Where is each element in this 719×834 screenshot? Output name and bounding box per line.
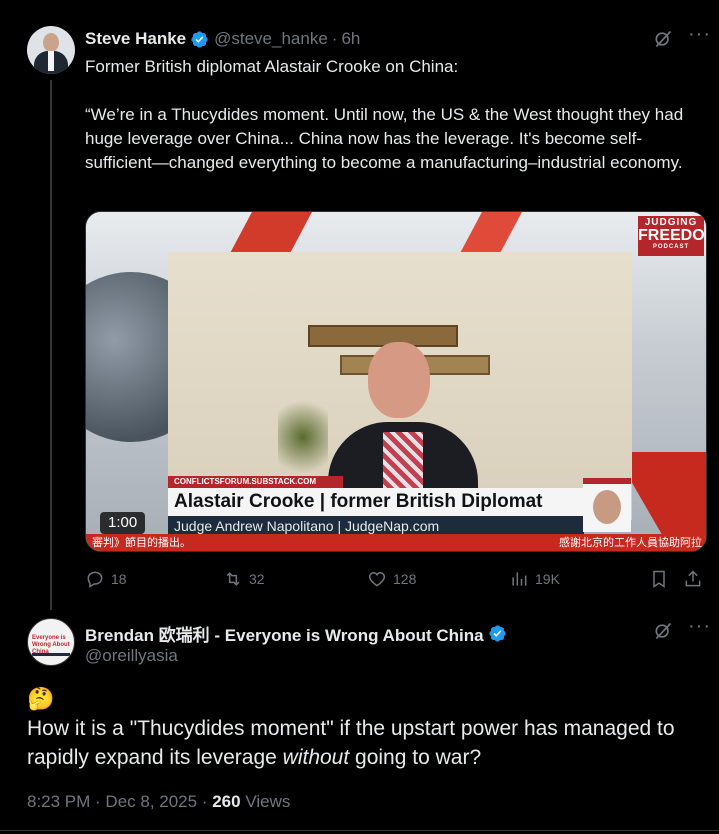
views-count: 260 [212, 792, 241, 811]
tweet1-quote: “We’re in a Thucydides moment. Until now… [85, 105, 688, 172]
share-button[interactable] [683, 569, 709, 589]
show-logo: JUDGING FREEDOM PODCAST [638, 216, 706, 256]
tweet1-text: Former British diplomat Alastair Crooke … [85, 55, 705, 175]
repost-button[interactable]: 32 [223, 569, 265, 589]
tweet2-meta: 8:23 PM · Dec 8, 2025 · 260 Views [27, 792, 291, 811]
views-button[interactable]: 19K [509, 569, 560, 589]
grok-icon[interactable] [652, 28, 674, 50]
wall-plaque [308, 325, 458, 347]
grok-icon[interactable] [652, 620, 674, 642]
reply-button[interactable]: 18 [85, 569, 127, 589]
more-icon[interactable]: ··· [688, 24, 711, 49]
tweet1-intro: Former British diplomat Alastair Crooke … [85, 57, 459, 76]
views-label: Views [245, 792, 291, 811]
share-icon [685, 570, 701, 587]
tweet2-text: How it is a "Thucydides moment" if the u… [27, 717, 675, 769]
bookmark-icon [653, 570, 665, 588]
host-caption: Judge Andrew Napolitano | JudgeNap.com [168, 516, 584, 536]
views-icon [512, 572, 527, 586]
plant [278, 392, 328, 482]
lower-third: CONFLICTSFORUM.SUBSTACK.COM Alastair Cro… [168, 476, 584, 536]
tweet2-top-actions: ··· [652, 616, 711, 642]
author-handle[interactable]: @oreillyasia [85, 646, 178, 666]
news-ticker: 審判》節目的播出。 感謝北京的工作人員協助阿拉 [86, 534, 706, 551]
bookmark-button[interactable] [649, 569, 675, 589]
thinking-face-emoji: 🤔 [27, 686, 55, 711]
divider [0, 830, 719, 831]
thread-connector-line [50, 80, 52, 610]
verified-badge-icon [191, 30, 208, 48]
more-icon[interactable]: ··· [688, 616, 711, 641]
like-button[interactable]: 128 [367, 569, 416, 589]
tweet1-top-actions: ··· [652, 24, 711, 50]
repost-icon [226, 572, 240, 586]
author-name[interactable]: Steve Hanke [85, 29, 186, 49]
source-url: CONFLICTSFORUM.SUBSTACK.COM [168, 476, 343, 488]
guest-caption: Alastair Crooke | former British Diploma… [168, 488, 584, 516]
video-player[interactable]: JUDGING FREEDOM PODCAST CONFLICTSFORUM.S… [85, 211, 707, 552]
timestamp[interactable]: 8:23 PM · Dec 8, 2025 [27, 792, 197, 811]
like-icon [368, 571, 386, 587]
host-pip [583, 478, 631, 532]
guest-face [368, 342, 430, 418]
reply-icon [87, 571, 103, 588]
tweet1-header: Steve Hanke @steve_hanke · 6h [85, 29, 360, 49]
avatar-steve-hanke[interactable] [27, 26, 75, 74]
tweet-time[interactable]: 6h [341, 29, 360, 49]
separator-dot: · [331, 29, 338, 48]
tweet1-action-bar: 18 32 128 19K [85, 567, 707, 591]
verified-badge-icon [488, 625, 506, 642]
video-duration: 1:00 [100, 512, 146, 534]
author-name[interactable]: Brendan 欧瑞利 - Everyone is Wrong About Ch… [85, 621, 484, 646]
author-handle[interactable]: @steve_hanke [214, 29, 328, 49]
tweet2-header: Brendan 欧瑞利 - Everyone is Wrong About Ch… [85, 621, 512, 646]
avatar-brendan[interactable]: Everyone is Wrong About China [27, 618, 75, 666]
